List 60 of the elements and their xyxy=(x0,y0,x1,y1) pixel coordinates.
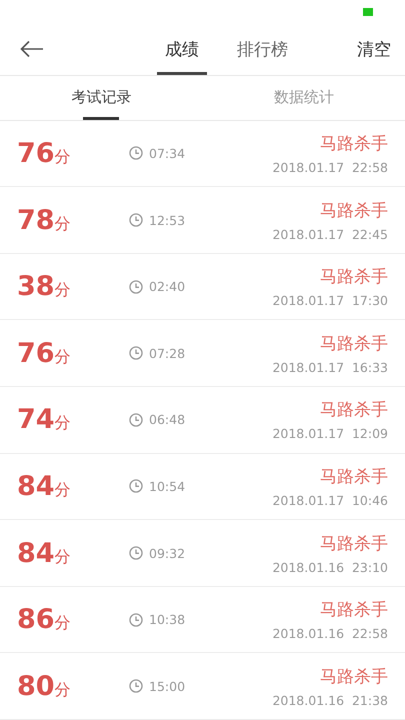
duration: 07:28 xyxy=(149,346,186,361)
clock-icon xyxy=(129,546,143,560)
duration: 12:53 xyxy=(149,212,186,228)
clock-icon xyxy=(129,280,143,294)
clock-icon xyxy=(129,346,143,360)
clear-button[interactable]: 清空 xyxy=(357,23,391,75)
duration: 10:38 xyxy=(149,612,186,628)
exam-title: 马路杀手 xyxy=(320,266,388,288)
duration: 02:40 xyxy=(149,279,186,294)
exam-date: 2018.01.16 22:58 xyxy=(272,626,388,642)
tab[interactable]: 成绩 xyxy=(157,23,207,75)
back-arrow-icon xyxy=(20,40,44,58)
duration: 10:54 xyxy=(149,478,186,494)
clock-icon xyxy=(129,146,143,160)
score: 84 xyxy=(17,538,55,569)
score-unit: 分 xyxy=(54,480,71,501)
duration: 07:34 xyxy=(149,146,186,161)
clock-icon xyxy=(129,412,143,427)
exam-title: 马路杀手 xyxy=(320,532,388,555)
score: 78 xyxy=(17,204,55,236)
score: 80 xyxy=(17,670,55,702)
score: 38 xyxy=(17,271,55,302)
subtab[interactable]: 考试记录 xyxy=(71,76,132,120)
clock-icon xyxy=(129,612,143,627)
exam-title: 马路杀手 xyxy=(320,332,388,355)
exam-date: 2018.01.17 22:45 xyxy=(272,226,388,242)
exam-title: 马路杀手 xyxy=(320,599,388,622)
score-unit: 分 xyxy=(54,546,71,568)
exam-date: 2018.01.16 23:10 xyxy=(272,560,388,575)
exam-title: 马路杀手 xyxy=(320,200,388,222)
exam-date: 2018.01.17 22:58 xyxy=(272,160,388,175)
score: 84 xyxy=(17,470,55,502)
score-unit: 分 xyxy=(54,146,71,168)
duration: 09:32 xyxy=(149,546,186,561)
duration: 06:48 xyxy=(149,412,186,428)
score-unit: 分 xyxy=(54,346,71,368)
clock-icon xyxy=(129,213,143,228)
tab[interactable]: 排行榜 xyxy=(229,23,296,75)
exam-title: 马路杀手 xyxy=(320,466,388,488)
duration: 15:00 xyxy=(149,678,186,694)
exam-date: 2018.01.17 16:33 xyxy=(272,360,388,375)
clock-icon xyxy=(129,679,143,694)
score-unit: 分 xyxy=(54,613,71,634)
exam-title: 马路杀手 xyxy=(320,399,388,422)
score: 76 xyxy=(17,338,55,369)
exam-date: 2018.01.16 21:38 xyxy=(272,692,388,708)
score: 74 xyxy=(17,404,55,436)
exam-date: 2018.01.17 10:46 xyxy=(272,492,388,508)
exam-date: 2018.01.17 12:09 xyxy=(272,426,388,442)
clock-icon xyxy=(129,479,143,494)
exam-title: 马路杀手 xyxy=(320,132,388,155)
score-unit: 分 xyxy=(54,214,71,235)
score-unit: 分 xyxy=(54,280,71,302)
score: 86 xyxy=(17,604,55,636)
exam-date: 2018.01.17 17:30 xyxy=(272,293,388,308)
score-unit: 分 xyxy=(54,680,71,701)
battery-icon xyxy=(363,8,373,16)
score: 76 xyxy=(17,138,55,169)
score-unit: 分 xyxy=(54,413,71,434)
exam-title: 马路杀手 xyxy=(320,666,388,688)
